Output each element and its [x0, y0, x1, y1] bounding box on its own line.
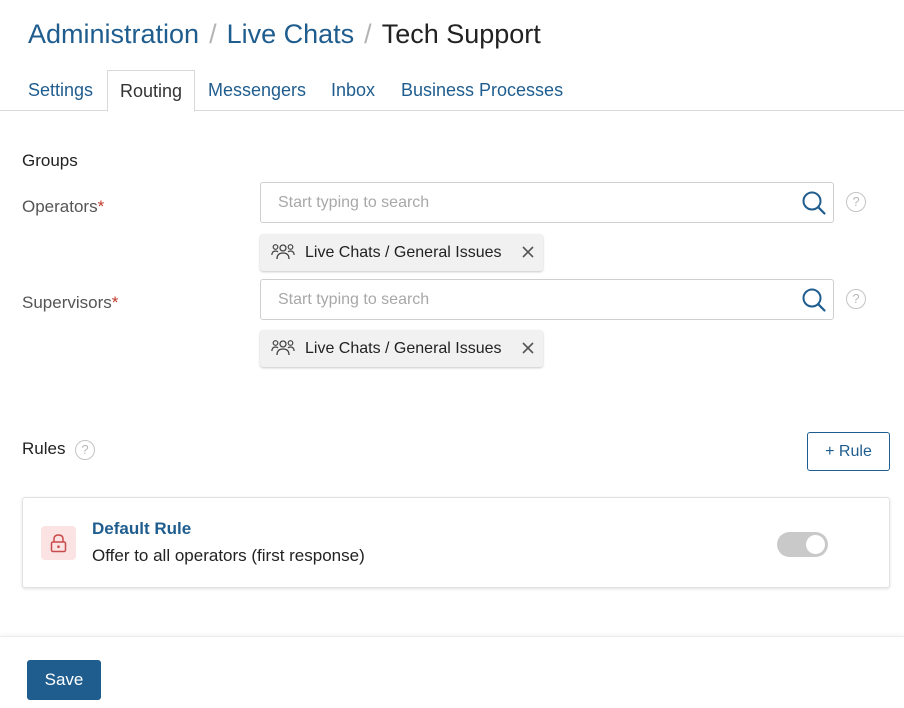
breadcrumb-separator: / — [364, 18, 372, 49]
operators-help-icon[interactable]: ? — [846, 192, 866, 212]
breadcrumb: Administration / Live Chats / Tech Suppo… — [28, 14, 541, 54]
tag-label: Live Chats / General Issues — [305, 340, 502, 357]
rule-card: Default Rule Offer to all operators (fir… — [22, 497, 890, 588]
required-mark: * — [97, 197, 105, 216]
groups-section-title: Groups — [22, 151, 78, 170]
supervisors-search-field — [260, 279, 834, 320]
required-mark: * — [111, 293, 119, 312]
close-icon[interactable] — [519, 339, 537, 357]
rule-description: Offer to all operators (first response) — [92, 546, 365, 565]
toggle-knob — [806, 535, 825, 554]
rules-help-icon[interactable]: ? — [75, 440, 95, 460]
supervisors-search-input[interactable] — [278, 280, 788, 319]
save-button[interactable]: Save — [27, 660, 101, 700]
breadcrumb-live-chats[interactable]: Live Chats — [227, 19, 355, 50]
tab-settings[interactable]: Settings — [28, 70, 93, 111]
group-icon — [271, 244, 295, 260]
footer-bar: Save — [0, 636, 904, 708]
rules-section-title: Rules — [22, 439, 66, 458]
tab-bar: Settings Routing Messengers Inbox Busine… — [0, 70, 904, 112]
rule-toggle[interactable] — [777, 532, 828, 557]
tag-label: Live Chats / General Issues — [305, 244, 502, 261]
search-icon[interactable] — [801, 190, 827, 216]
lock-icon-box — [41, 526, 76, 560]
operators-search-field — [260, 182, 834, 223]
page-title: Tech Support — [381, 18, 541, 49]
breadcrumb-separator: / — [209, 18, 217, 49]
breadcrumb-administration[interactable]: Administration — [28, 19, 199, 50]
supervisors-label: Supervisors* — [22, 293, 118, 313]
rule-name[interactable]: Default Rule — [92, 519, 191, 539]
operators-tag: Live Chats / General Issues — [260, 234, 543, 271]
search-icon[interactable] — [801, 287, 827, 313]
operators-search-input[interactable] — [278, 183, 788, 222]
close-icon[interactable] — [519, 243, 537, 261]
page: Administration / Live Chats / Tech Suppo… — [0, 0, 904, 708]
operators-label-text: Operators — [22, 197, 98, 216]
add-rule-button[interactable]: + Rule — [807, 432, 890, 471]
supervisors-tag: Live Chats / General Issues — [260, 330, 543, 367]
supervisors-label-text: Supervisors — [22, 293, 112, 312]
tab-messengers[interactable]: Messengers — [208, 70, 306, 111]
group-icon — [271, 340, 295, 356]
lock-icon — [50, 534, 67, 553]
supervisors-help-icon[interactable]: ? — [846, 289, 866, 309]
tab-business-processes[interactable]: Business Processes — [401, 70, 563, 111]
tab-routing[interactable]: Routing — [107, 70, 196, 112]
operators-label: Operators* — [22, 197, 104, 217]
tab-inbox[interactable]: Inbox — [331, 70, 375, 111]
